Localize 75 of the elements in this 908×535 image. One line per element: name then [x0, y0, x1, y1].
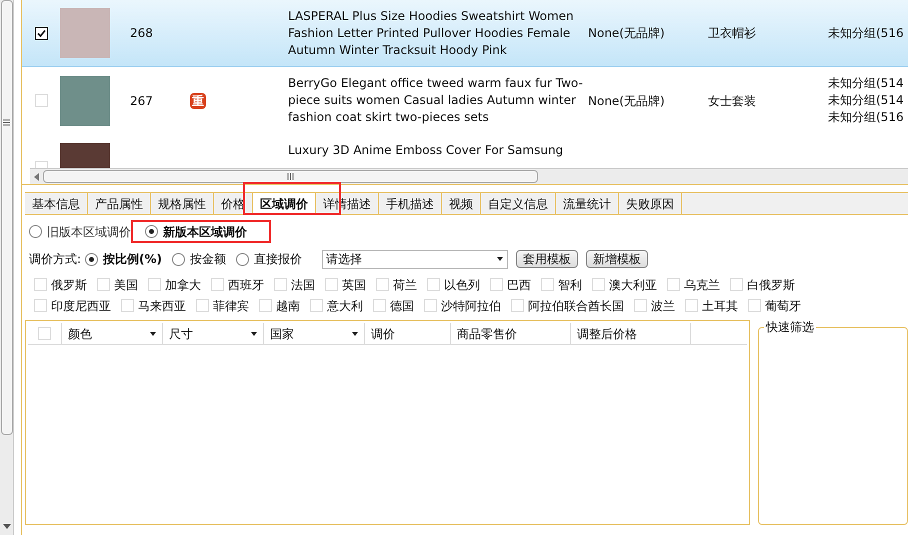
template-select[interactable]: 请选择 — [322, 250, 508, 268]
product-title: Luxury 3D Anime Emboss Cover For Samsung — [288, 142, 564, 159]
country-option[interactable]: 智利 — [541, 276, 582, 294]
country-option[interactable]: 马来西亚 — [121, 296, 186, 314]
country-option[interactable]: 西班牙 — [211, 276, 264, 294]
grip-icon — [287, 173, 294, 180]
duplicate-tag: 重 — [190, 92, 206, 108]
country-option[interactable]: 英国 — [325, 276, 366, 294]
country-option[interactable]: 阿拉伯联合酋长国 — [511, 296, 624, 314]
country-option[interactable]: 土耳其 — [685, 296, 738, 314]
product-id: 267 — [130, 94, 153, 108]
country-option[interactable]: 以色列 — [427, 276, 480, 294]
photo-placeholder — [60, 76, 110, 126]
category-text: 卫衣帽衫 — [708, 26, 756, 40]
country-option[interactable]: 越南 — [259, 296, 300, 314]
horizontal-scrollbar[interactable] — [30, 168, 908, 184]
vertical-scrollbar[interactable] — [0, 0, 14, 535]
caret-icon — [497, 257, 504, 261]
brand-text: None(无品牌) — [588, 26, 665, 40]
checkbox[interactable] — [34, 26, 48, 40]
radio-button[interactable] — [172, 252, 186, 266]
country-option[interactable]: 巴西 — [490, 276, 531, 294]
country-option[interactable]: 加拿大 — [148, 276, 201, 294]
column-header[interactable]: 调价 — [365, 323, 451, 344]
product-title: BerryGo Elegant office tweed warm faux fur Two- piece suits women Casual ladies Autumn winter fashion coat skirt two-pieces sets — [288, 75, 584, 126]
quick-filter-title: 快速筛选 — [764, 320, 816, 334]
radio-button[interactable] — [85, 252, 98, 266]
check-icon — [36, 28, 46, 38]
country-option[interactable]: 菲律宾 — [196, 296, 249, 314]
group-text: 未知分组(514 — [828, 75, 905, 92]
method-option[interactable]: 按金额 — [172, 250, 226, 268]
method-label: 调价方式: — [29, 251, 82, 268]
country-option[interactable]: 乌克兰 — [667, 276, 720, 294]
country-option[interactable]: 德国 — [373, 296, 414, 314]
radio-button[interactable] — [29, 225, 42, 238]
country-option[interactable]: 波兰 — [634, 296, 675, 314]
group-text: 未知分组(514 — [828, 92, 905, 109]
column-header[interactable]: 调整后价格 — [571, 323, 691, 344]
country-option[interactable]: 意大利 — [310, 296, 363, 314]
left-arrow-icon[interactable] — [34, 172, 39, 180]
method-option[interactable]: 直接报价 — [236, 250, 302, 268]
group-text: 未知分组(516 — [828, 24, 905, 42]
product-id: 268 — [130, 26, 153, 40]
column-header[interactable]: 国家 — [264, 323, 365, 344]
version-option[interactable]: 新版本区域调价 — [145, 222, 247, 240]
country-option[interactable]: 法国 — [274, 276, 315, 294]
country-option[interactable]: 印度尼西亚 — [34, 296, 111, 314]
category-text: 女士套装 — [708, 94, 756, 108]
country-option[interactable]: 白俄罗斯 — [730, 276, 795, 294]
column-header[interactable]: 颜色 — [62, 323, 163, 344]
country-option[interactable]: 澳大利亚 — [592, 276, 657, 294]
radio-button[interactable] — [236, 252, 250, 266]
product-title: LASPERAL Plus Size Hoodies Sweatshirt Women Fashion Letter Printed Pullover Hoodies Female Autumn Winter Tracksuit Hoody Pink — [288, 8, 575, 58]
method-option[interactable]: 按比例(%) — [85, 250, 162, 268]
brand-text: None(无品牌) — [588, 94, 665, 108]
country-option[interactable]: 沙特阿拉伯 — [424, 296, 501, 314]
caret-icon — [251, 332, 257, 336]
country-option[interactable]: 荷兰 — [376, 276, 417, 294]
template-button[interactable]: 套用模板 — [516, 250, 578, 268]
country-option[interactable]: 葡萄牙 — [748, 296, 801, 314]
photo-placeholder — [60, 8, 110, 58]
product-row[interactable]: 268 LASPERAL Plus Size Hoodies Sweatshirt Women Fashion Letter Printed Pullover Hoodies Female Autumn Winter Tracksuit Hoody Pink None(无品牌) 卫衣帽衫 未知分组(516 — [22, 0, 908, 67]
down-arrow-icon[interactable] — [2, 524, 10, 529]
caret-icon — [150, 332, 156, 336]
tab[interactable]: 区域调价 — [253, 193, 316, 214]
group-text: 未知分组(516 — [828, 109, 905, 126]
template-button[interactable]: 新增模板 — [586, 250, 648, 268]
country-option[interactable]: 美国 — [97, 276, 138, 294]
column-header[interactable]: 尺寸 — [163, 323, 264, 344]
column-header[interactable]: 商品零售价 — [451, 323, 571, 344]
radio-button[interactable] — [145, 225, 158, 238]
version-option[interactable]: 旧版本区域调价 — [29, 222, 131, 240]
caret-icon — [352, 332, 358, 336]
country-option[interactable]: 俄罗斯 — [34, 276, 87, 294]
grip-icon — [3, 119, 10, 126]
